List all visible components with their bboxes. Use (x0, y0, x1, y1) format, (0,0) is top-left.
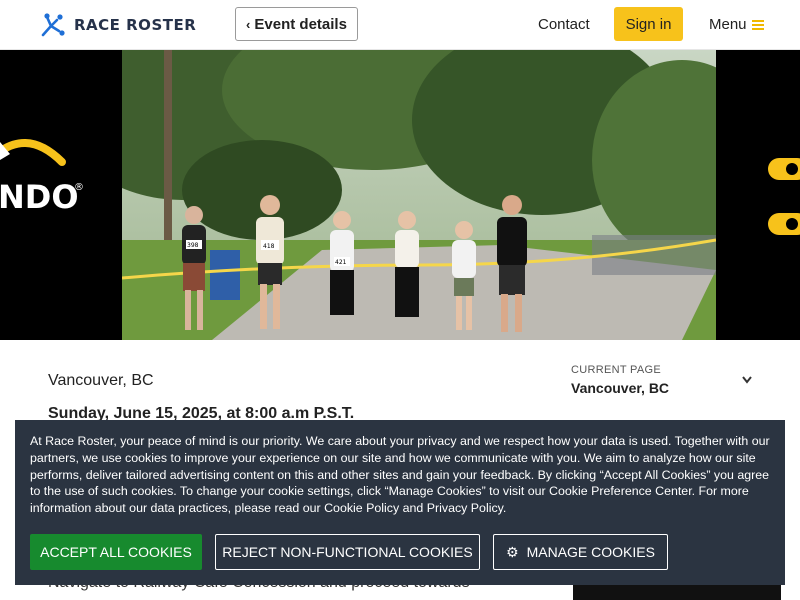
race-finish-photo: 398 418 421 (122, 50, 716, 340)
accept-all-cookies-button[interactable]: ACCEPT ALL COOKIES (30, 534, 202, 570)
cookie-consent-banner: At Race Roster, your peace of mind is ou… (15, 420, 785, 585)
svg-text:NDO: NDO (0, 178, 79, 216)
svg-text:®: ® (74, 182, 84, 193)
logo-text: RACE ROSTER (74, 16, 197, 34)
contact-link[interactable]: Contact (538, 16, 590, 33)
chevron-down-icon[interactable] (741, 375, 753, 385)
event-location: Vancouver, BC (48, 372, 154, 389)
current-page-select[interactable]: Vancouver, BC (571, 380, 669, 396)
chevron-left-icon: ‹ (246, 16, 251, 32)
svg-text:398: 398 (187, 242, 199, 249)
reject-non-functional-cookies-button[interactable]: REJECT NON-FUNCTIONAL COOKIES (215, 534, 480, 570)
race-roster-logo-icon (41, 13, 65, 37)
sign-in-button[interactable]: Sign in (614, 7, 683, 41)
site-header: RACE ROSTER ‹ Event details Contact Sign… (0, 0, 800, 50)
manage-cookies-label: MANAGE COOKIES (526, 544, 655, 560)
event-logo-fragment: NDO ® (0, 139, 84, 216)
svg-text:418: 418 (263, 243, 275, 250)
event-details-button[interactable]: ‹ Event details (235, 7, 358, 41)
sign-in-label: Sign in (625, 15, 672, 33)
banner-decoration (768, 158, 800, 235)
race-roster-logo[interactable]: RACE ROSTER (40, 11, 196, 39)
hamburger-icon (751, 19, 764, 30)
event-details-label: Event details (254, 15, 347, 33)
menu-label: Menu (709, 16, 747, 33)
gear-icon: ⚙ (506, 543, 519, 560)
event-banner: NDO ® 398 418 421 (0, 50, 800, 340)
manage-cookies-button[interactable]: ⚙ MANAGE COOKIES (493, 534, 668, 570)
svg-text:421: 421 (335, 259, 347, 266)
current-page-label: CURRENT PAGE (571, 364, 661, 376)
cookie-consent-text: At Race Roster, your peace of mind is ou… (30, 434, 770, 516)
menu-button[interactable]: Menu (709, 16, 764, 33)
